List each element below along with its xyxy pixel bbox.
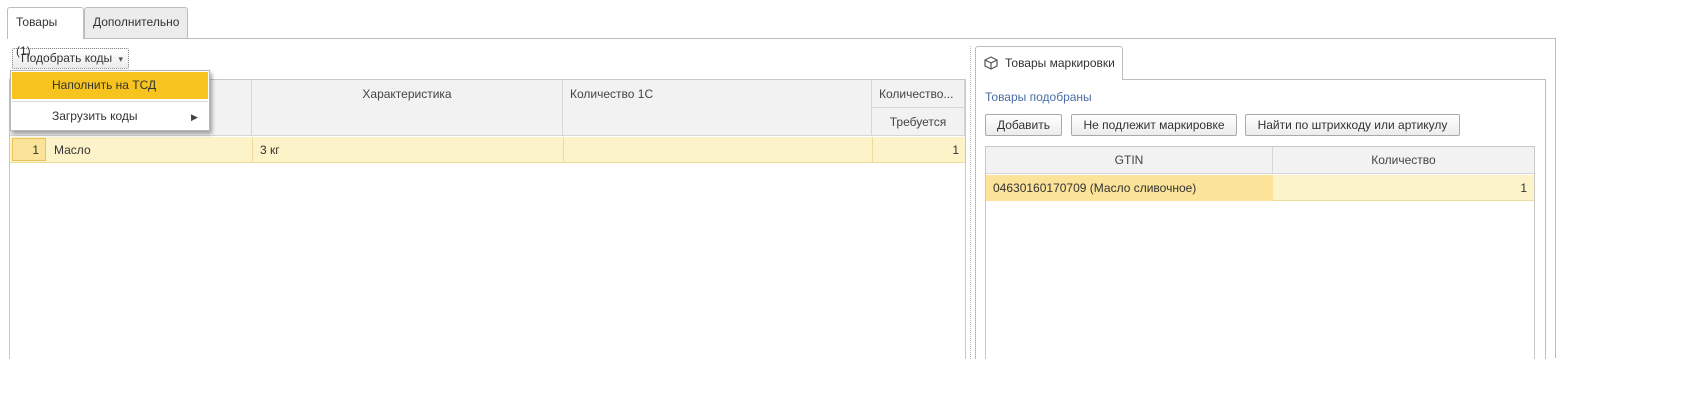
chevron-down-icon: ▾ — [118, 54, 124, 64]
menu-item-load-codes[interactable]: Загрузить коды — [12, 103, 208, 130]
row-qty-1c — [563, 137, 872, 163]
add-button[interactable]: Добавить — [985, 114, 1062, 136]
table-row[interactable]: 1 Масло 3 кг 1 — [10, 137, 965, 163]
row-name: Масло — [54, 143, 91, 157]
header-quantity[interactable]: Количество — [1273, 147, 1534, 174]
header-required[interactable]: Требуется — [872, 108, 965, 136]
row-characteristic: 3 кг — [252, 137, 563, 163]
panel-splitter[interactable] — [970, 46, 971, 359]
not-marked-button[interactable]: Не подлежит маркировке — [1071, 114, 1237, 136]
header-gtin[interactable]: GTIN — [986, 147, 1273, 174]
select-codes-menu: Наполнить на ТСД Загрузить коды ▶ — [10, 70, 210, 131]
row-required: 1 — [872, 137, 965, 163]
find-by-barcode-button[interactable]: Найти по штрихкоду или артикулу — [1245, 114, 1460, 136]
tab-marked-goods[interactable]: Товары маркировки — [975, 46, 1123, 80]
header-characteristic[interactable]: Характеристика — [252, 80, 563, 136]
submenu-arrow-icon: ▶ — [191, 112, 198, 122]
row-quantity: 1 — [1520, 181, 1527, 195]
row-gtin: 04630160170709 (Масло сливочное) — [986, 175, 1273, 201]
status-text: Товары подобраны — [985, 90, 1092, 104]
table-row[interactable]: 04630160170709 (Масло сливочное) 1 — [986, 175, 1534, 201]
header-qty-group[interactable]: Количество... — [872, 80, 965, 108]
row-number: 1 — [12, 138, 46, 161]
box-icon — [984, 56, 998, 70]
tab-additional[interactable]: Дополнительно — [84, 7, 188, 38]
tab-goods[interactable]: Товары (1) — [7, 7, 84, 58]
select-codes-label: Подобрать коды — [21, 51, 113, 65]
menu-item-load-codes-label: Загрузить коды — [52, 109, 138, 123]
menu-item-fill-tsd[interactable]: Наполнить на ТСД — [12, 72, 208, 99]
menu-divider — [12, 101, 208, 102]
tab-marked-goods-label: Товары маркировки — [1005, 56, 1115, 70]
header-qty-1c[interactable]: Количество 1С — [563, 80, 872, 136]
